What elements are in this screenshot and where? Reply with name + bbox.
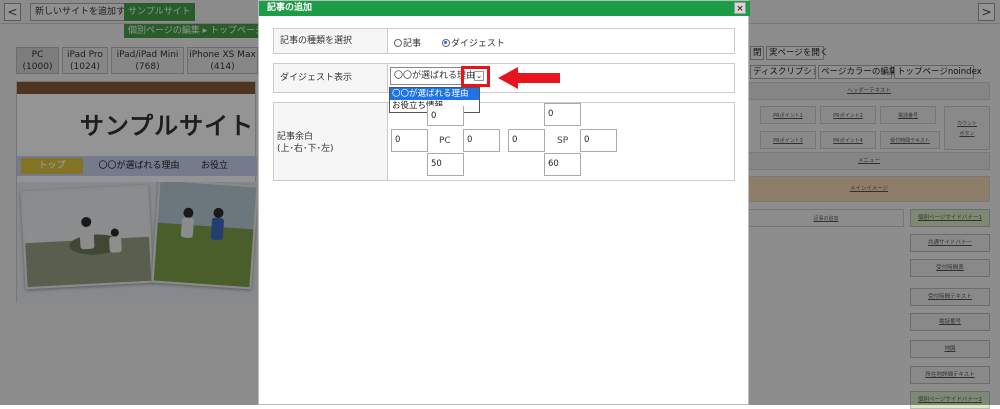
pc-label: PC bbox=[439, 136, 451, 146]
pc-top-input[interactable]: 0 bbox=[427, 106, 464, 126]
sp-bottom-input[interactable]: 60 bbox=[544, 153, 581, 176]
article-type-options: 記事 ダイジェスト bbox=[394, 36, 505, 49]
margin-label-cell: 記事余白 (上･右･下･左) bbox=[274, 103, 388, 180]
dialog-title: 記事の追加 bbox=[267, 3, 313, 13]
digest-label: ダイジェスト表示 bbox=[274, 64, 388, 92]
dialog-header: 記事の追加 × bbox=[259, 1, 750, 16]
sp-left-input[interactable]: 0 bbox=[508, 129, 545, 152]
radio-article[interactable]: 記事 bbox=[394, 38, 422, 49]
margin-sub-label: (上･右･下･左) bbox=[277, 144, 334, 154]
radio-digest[interactable]: ダイジェスト bbox=[441, 38, 505, 49]
article-type-row: 記事の種類を選択 記事 ダイジェスト bbox=[273, 28, 735, 54]
highlight-box bbox=[461, 66, 490, 87]
sp-top-input[interactable]: 0 bbox=[544, 103, 581, 126]
add-article-dialog: 記事の追加 × 記事の種類を選択 記事 ダイジェスト ダイジェスト表示 記事余白… bbox=[258, 0, 750, 405]
red-arrow-icon bbox=[498, 67, 560, 89]
radio-digest-label: ダイジェスト bbox=[450, 39, 505, 49]
sp-label: SP bbox=[557, 136, 569, 146]
pc-right-input[interactable]: 0 bbox=[463, 129, 500, 152]
margin-label: 記事余白 bbox=[277, 132, 314, 142]
sp-right-input[interactable]: 0 bbox=[580, 129, 617, 152]
close-icon[interactable]: × bbox=[734, 2, 746, 14]
radio-article-label: 記事 bbox=[403, 39, 422, 49]
radio-checked-icon bbox=[441, 38, 450, 47]
margin-row: 記事余白 (上･右･下･左) bbox=[273, 102, 735, 181]
dropdown-option-reason[interactable]: 〇〇が選ばれる理由 bbox=[390, 88, 479, 100]
article-type-label: 記事の種類を選択 bbox=[274, 29, 388, 53]
pc-left-input[interactable]: 0 bbox=[391, 129, 428, 152]
radio-icon bbox=[394, 38, 402, 47]
pc-bottom-input[interactable]: 50 bbox=[427, 153, 464, 176]
